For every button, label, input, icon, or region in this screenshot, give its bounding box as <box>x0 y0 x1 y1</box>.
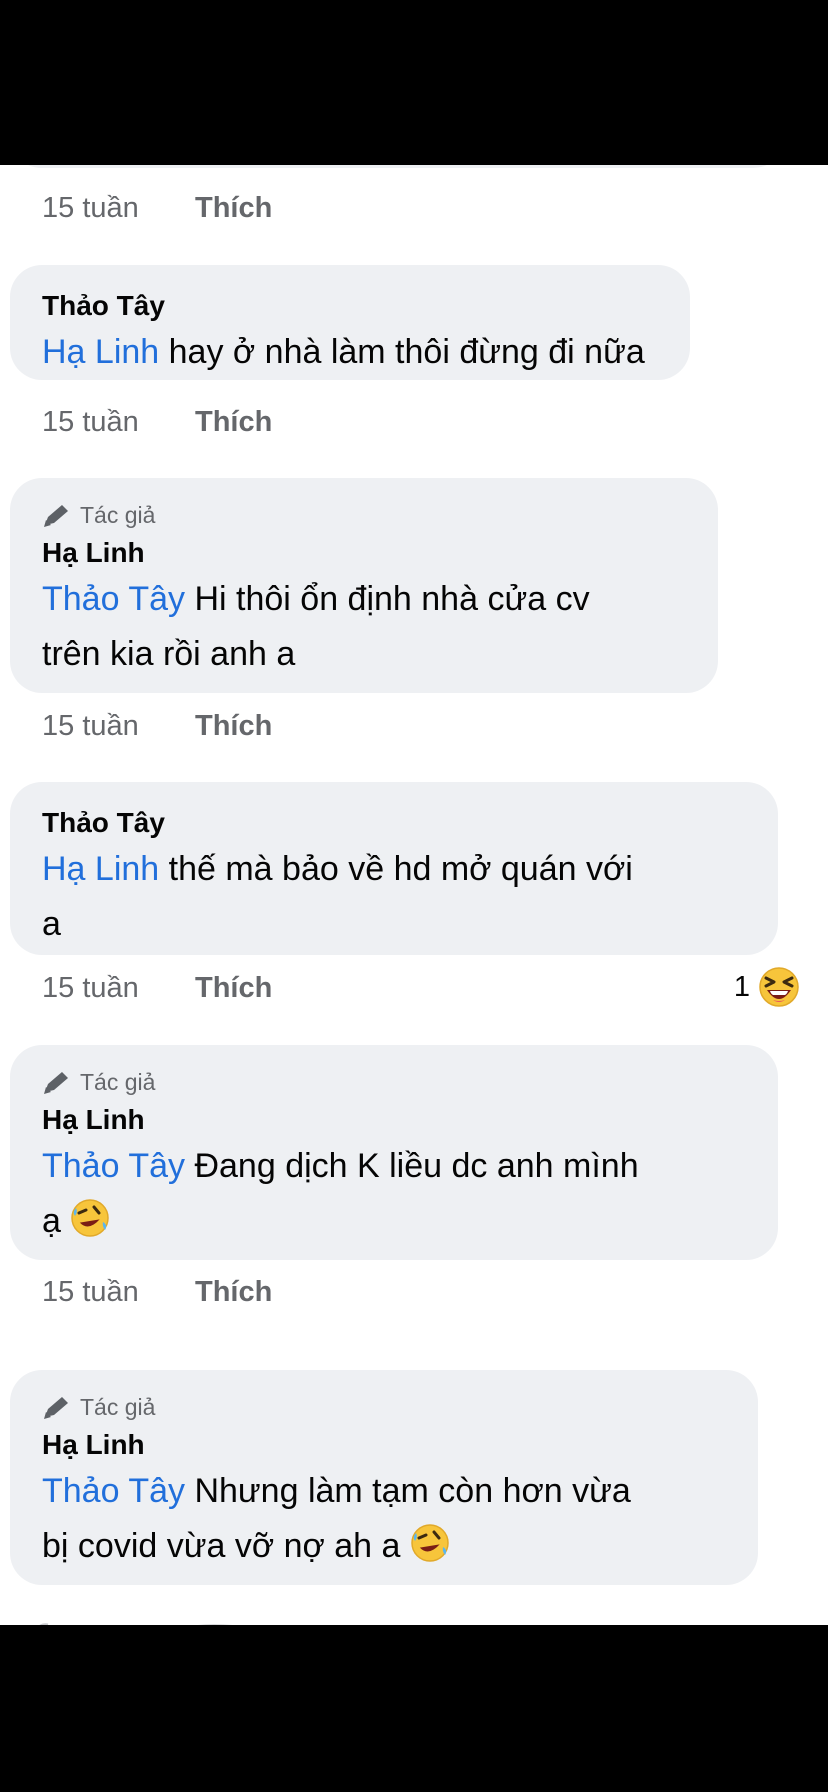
comment-author[interactable]: Hạ Linh <box>42 1101 746 1139</box>
mention-link[interactable]: Hạ Linh <box>42 333 159 371</box>
comment-text: Thảo Tây Đang dịch K liều dc anh mình ạ <box>42 1139 746 1255</box>
comment-bubble: Thảo Tây Hạ Linh hay ở nhà làm thôi đừng… <box>10 265 690 380</box>
comment-time: 15 tuần <box>42 405 139 438</box>
reaction-count: 1 <box>733 970 750 1003</box>
like-button[interactable]: Thích <box>195 406 272 439</box>
comment-author[interactable]: Thảo Tây <box>42 287 658 325</box>
comment-time: 15 tuần <box>42 709 139 742</box>
rolling-on-floor-laughing-emoji-icon <box>70 1198 110 1255</box>
author-badge: Tác giả <box>42 500 686 530</box>
comment-time: 15 tuần <box>42 971 139 1004</box>
comment-time: 15 tuần <box>42 1275 139 1308</box>
pencil-icon <box>44 505 68 527</box>
comment-text: Hạ Linh thế mà bảo về hd mở quán với a <box>42 842 746 952</box>
comment-bubble: Thảo Tây Hạ Linh thế mà bảo về hd mở quá… <box>10 782 778 955</box>
mention-link[interactable]: Thảo Tây <box>42 580 185 618</box>
author-badge-label: Tác giả <box>80 1068 156 1095</box>
comment-bubble: Tác giả Hạ Linh Thảo Tây Nhưng làm tạm c… <box>10 1370 758 1585</box>
comment-body: hay ở nhà làm thôi đừng đi nữa <box>159 333 645 371</box>
comment-body-line2: ạ <box>42 1202 71 1240</box>
author-badge-label: Tác giả <box>80 501 156 528</box>
mention-link[interactable]: Thảo Tây <box>42 1147 185 1185</box>
comment-body-line1: Hi thôi ổn định nhà cửa cv <box>185 580 590 618</box>
comment-text: Thảo Tây Hi thôi ổn định nhà cửa cv trên … <box>42 572 686 682</box>
comment-author[interactable]: Hạ Linh <box>42 534 686 572</box>
next-comment-meta-cutoff <box>38 1617 278 1625</box>
previous-comment-bubble <box>10 165 785 168</box>
comment-time: 15 tuần <box>42 191 139 224</box>
like-button[interactable]: Thích <box>195 1276 272 1309</box>
comment-body-line2: bị covid vừa vỡ nợ ah a <box>42 1527 410 1565</box>
comment-meta: 15 tuần Thích <box>42 188 272 228</box>
comment-bubble: Tác giả Hạ Linh Thảo Tây Đang dịch K liề… <box>10 1045 778 1260</box>
like-button[interactable]: Thích <box>195 192 272 225</box>
comment-thread: 15 tuần Thích Thảo Tây Hạ Linh hay ở nhà… <box>0 165 828 1625</box>
comment-body-line2: a <box>42 905 61 943</box>
comment-body-line1: thế mà bảo về hd mở quán với <box>159 850 633 888</box>
comment-body-line1: Đang dịch K liều dc anh mình <box>185 1147 639 1185</box>
comment-meta: 15 tuần Thích <box>42 402 272 442</box>
comment-body-line1: Nhưng làm tạm còn hơn vừa <box>185 1472 631 1510</box>
pencil-icon <box>44 1397 68 1419</box>
like-button[interactable]: Thích <box>195 710 272 743</box>
comment-author[interactable]: Hạ Linh <box>42 1426 726 1464</box>
comment-author[interactable]: Thảo Tây <box>42 804 746 842</box>
laughing-squint-emoji-icon <box>759 967 799 1007</box>
reaction-summary[interactable]: 1 <box>734 966 800 1008</box>
comment-bubble: Tác giả Hạ Linh Thảo Tây Hi thôi ổn định… <box>10 478 718 693</box>
mention-link[interactable]: Thảo Tây <box>42 1472 185 1510</box>
comment-meta: 15 tuần Thích <box>42 1272 272 1312</box>
comment-text: Hạ Linh hay ở nhà làm thôi đừng đi nữa <box>42 325 658 380</box>
author-badge: Tác giả <box>42 1067 746 1097</box>
author-badge-label: Tác giả <box>80 1393 156 1420</box>
comment-text: Thảo Tây Nhưng làm tạm còn hơn vừa bị cov… <box>42 1464 726 1580</box>
author-badge: Tác giả <box>42 1392 726 1422</box>
mention-link[interactable]: Hạ Linh <box>42 850 159 888</box>
like-button[interactable]: Thích <box>195 972 272 1005</box>
rolling-on-floor-laughing-emoji-icon <box>410 1523 450 1580</box>
comment-meta: 15 tuần Thích <box>42 968 272 1008</box>
comment-meta: 15 tuần Thích <box>42 706 272 746</box>
comment-body-line2: trên kia rồi anh a <box>42 635 296 673</box>
pencil-icon <box>44 1072 68 1094</box>
